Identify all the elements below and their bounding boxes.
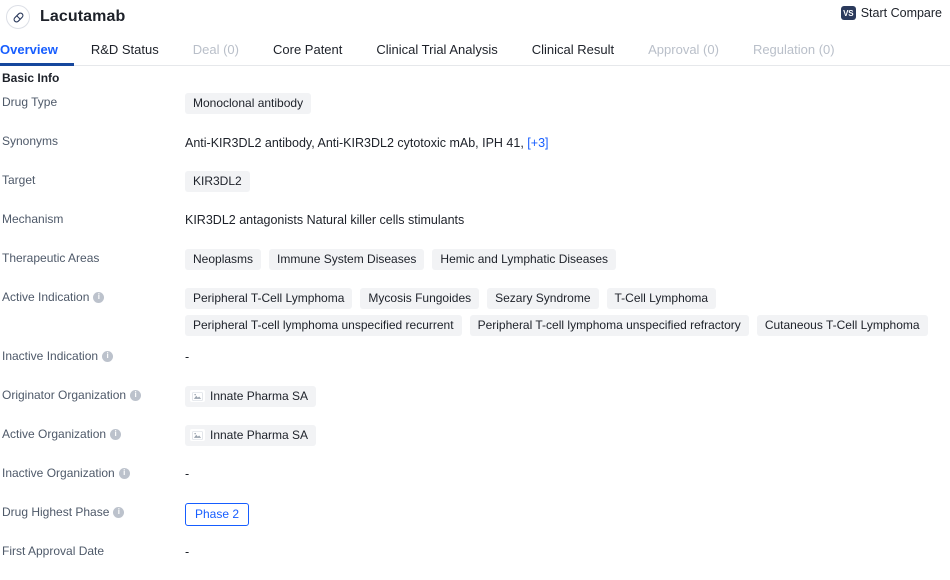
label-drug-type: Drug Type [2,91,185,109]
value-inactive-organization: - [185,462,950,481]
label-first-approval-date-text: First Approval Date [2,544,104,558]
label-target: Target [2,169,185,187]
page-title: Lacutamab [40,8,125,26]
label-synonyms-text: Synonyms [2,134,58,148]
row-therapeutic-areas: Therapeutic Areas Neoplasms Immune Syste… [2,247,950,277]
tag-active-indication[interactable]: T-Cell Lymphoma [607,288,717,309]
phase-badge[interactable]: Phase 2 [185,503,249,526]
synonyms-more-link[interactable]: [+3] [527,136,548,150]
row-active-indication: Active Indication i Peripheral T-Cell Ly… [2,286,950,336]
row-drug-type: Drug Type Monoclonal antibody [2,91,950,121]
label-synonyms: Synonyms [2,130,185,148]
tab-regulation[interactable]: Regulation (0) [736,42,852,65]
basic-info-content: Drug Type Monoclonal antibody Synonyms A… [0,91,950,570]
tab-approval[interactable]: Approval (0) [631,42,736,65]
tag-active-indication[interactable]: Cutaneous T-Cell Lymphoma [757,315,928,336]
value-originator-organization: Innate Pharma SA [185,384,950,407]
info-icon[interactable]: i [110,429,121,440]
tab-bar: Overview R&D Status Deal (0) Core Patent… [0,34,950,66]
label-mechanism-text: Mechanism [2,212,63,226]
label-target-text: Target [2,173,35,187]
tag-active-indication[interactable]: Peripheral T-cell lymphoma unspecified r… [185,315,462,336]
value-therapeutic-areas: Neoplasms Immune System Diseases Hemic a… [185,247,950,270]
label-active-indication-text: Active Indication [2,290,89,304]
tag-active-indication[interactable]: Sezary Syndrome [487,288,598,309]
mechanism-text: KIR3DL2 antagonists Natural killer cells… [185,210,464,227]
value-target: KIR3DL2 [185,169,950,192]
info-icon[interactable]: i [113,507,124,518]
organization-name: Innate Pharma SA [210,389,308,403]
tag-therapeutic-area[interactable]: Immune System Diseases [269,249,424,270]
label-drug-highest-phase-text: Drug Highest Phase [2,505,109,519]
value-drug-highest-phase: Phase 2 [185,501,950,526]
label-inactive-indication: Inactive Indication i [2,345,185,363]
value-mechanism: KIR3DL2 antagonists Natural killer cells… [185,208,950,227]
tag-active-indication[interactable]: Mycosis Fungoides [360,288,479,309]
section-title-basic-info: Basic Info [0,66,950,91]
label-active-organization-text: Active Organization [2,427,106,441]
capsule-pill-icon [6,5,30,29]
label-inactive-indication-text: Inactive Indication [2,349,98,363]
page-header: Lacutamab VS Start Compare [0,0,950,34]
value-active-indication: Peripheral T-Cell Lymphoma Mycosis Fungo… [185,286,950,336]
label-therapeutic-areas-text: Therapeutic Areas [2,251,99,265]
value-synonyms: Anti-KIR3DL2 antibody, Anti-KIR3DL2 cyto… [185,130,950,152]
row-originator-organization: Originator Organization i Innate Pharma … [2,384,950,414]
label-originator-organization-text: Originator Organization [2,388,126,402]
tag-target[interactable]: KIR3DL2 [185,171,250,192]
row-inactive-indication: Inactive Indication i - [2,345,950,375]
label-mechanism: Mechanism [2,208,185,226]
row-target: Target KIR3DL2 [2,169,950,199]
tag-active-indication[interactable]: Peripheral T-Cell Lymphoma [185,288,352,309]
tab-core-patent[interactable]: Core Patent [256,42,359,65]
row-first-approval-date: First Approval Date - [2,540,950,570]
start-compare-label: Start Compare [861,6,942,20]
value-drug-type: Monoclonal antibody [185,91,950,114]
synonyms-text: Anti-KIR3DL2 antibody, Anti-KIR3DL2 cyto… [185,136,524,150]
tag-active-indication[interactable]: Peripheral T-cell lymphoma unspecified r… [470,315,749,336]
tag-drug-type[interactable]: Monoclonal antibody [185,93,311,114]
row-synonyms: Synonyms Anti-KIR3DL2 antibody, Anti-KIR… [2,130,950,160]
tab-deal[interactable]: Deal (0) [176,42,256,65]
row-inactive-organization: Inactive Organization i - [2,462,950,492]
tab-clinical-trial-analysis[interactable]: Clinical Trial Analysis [359,42,514,65]
tag-therapeutic-area[interactable]: Neoplasms [185,249,261,270]
tab-rd-status[interactable]: R&D Status [74,42,176,65]
inactive-indication-value: - [185,347,189,364]
label-active-organization: Active Organization i [2,423,185,441]
organization-logo-icon [190,390,205,402]
value-active-organization: Innate Pharma SA [185,423,950,446]
label-originator-organization: Originator Organization i [2,384,185,402]
info-icon[interactable]: i [102,351,113,362]
organization-name: Innate Pharma SA [210,428,308,442]
row-active-organization: Active Organization i Innate Pharma SA [2,423,950,453]
label-first-approval-date: First Approval Date [2,540,185,558]
row-mechanism: Mechanism KIR3DL2 antagonists Natural ki… [2,208,950,238]
label-inactive-organization-text: Inactive Organization [2,466,115,480]
info-icon[interactable]: i [119,468,130,479]
info-icon[interactable]: i [93,292,104,303]
label-drug-type-text: Drug Type [2,95,57,109]
info-icon[interactable]: i [130,390,141,401]
inactive-organization-value: - [185,464,189,481]
tab-clinical-result[interactable]: Clinical Result [515,42,631,65]
first-approval-date-value: - [185,542,189,559]
tag-active-organization[interactable]: Innate Pharma SA [185,425,316,446]
value-inactive-indication: - [185,345,950,364]
vs-icon: VS [841,6,856,20]
label-therapeutic-areas: Therapeutic Areas [2,247,185,265]
start-compare-button[interactable]: VS Start Compare [841,6,942,20]
label-inactive-organization: Inactive Organization i [2,462,185,480]
tag-therapeutic-area[interactable]: Hemic and Lymphatic Diseases [432,249,616,270]
organization-logo-icon [190,429,205,441]
label-drug-highest-phase: Drug Highest Phase i [2,501,185,519]
label-active-indication: Active Indication i [2,286,185,304]
tab-overview[interactable]: Overview [0,42,74,65]
row-drug-highest-phase: Drug Highest Phase i Phase 2 [2,501,950,531]
value-first-approval-date: - [185,540,950,559]
tag-originator-organization[interactable]: Innate Pharma SA [185,386,316,407]
